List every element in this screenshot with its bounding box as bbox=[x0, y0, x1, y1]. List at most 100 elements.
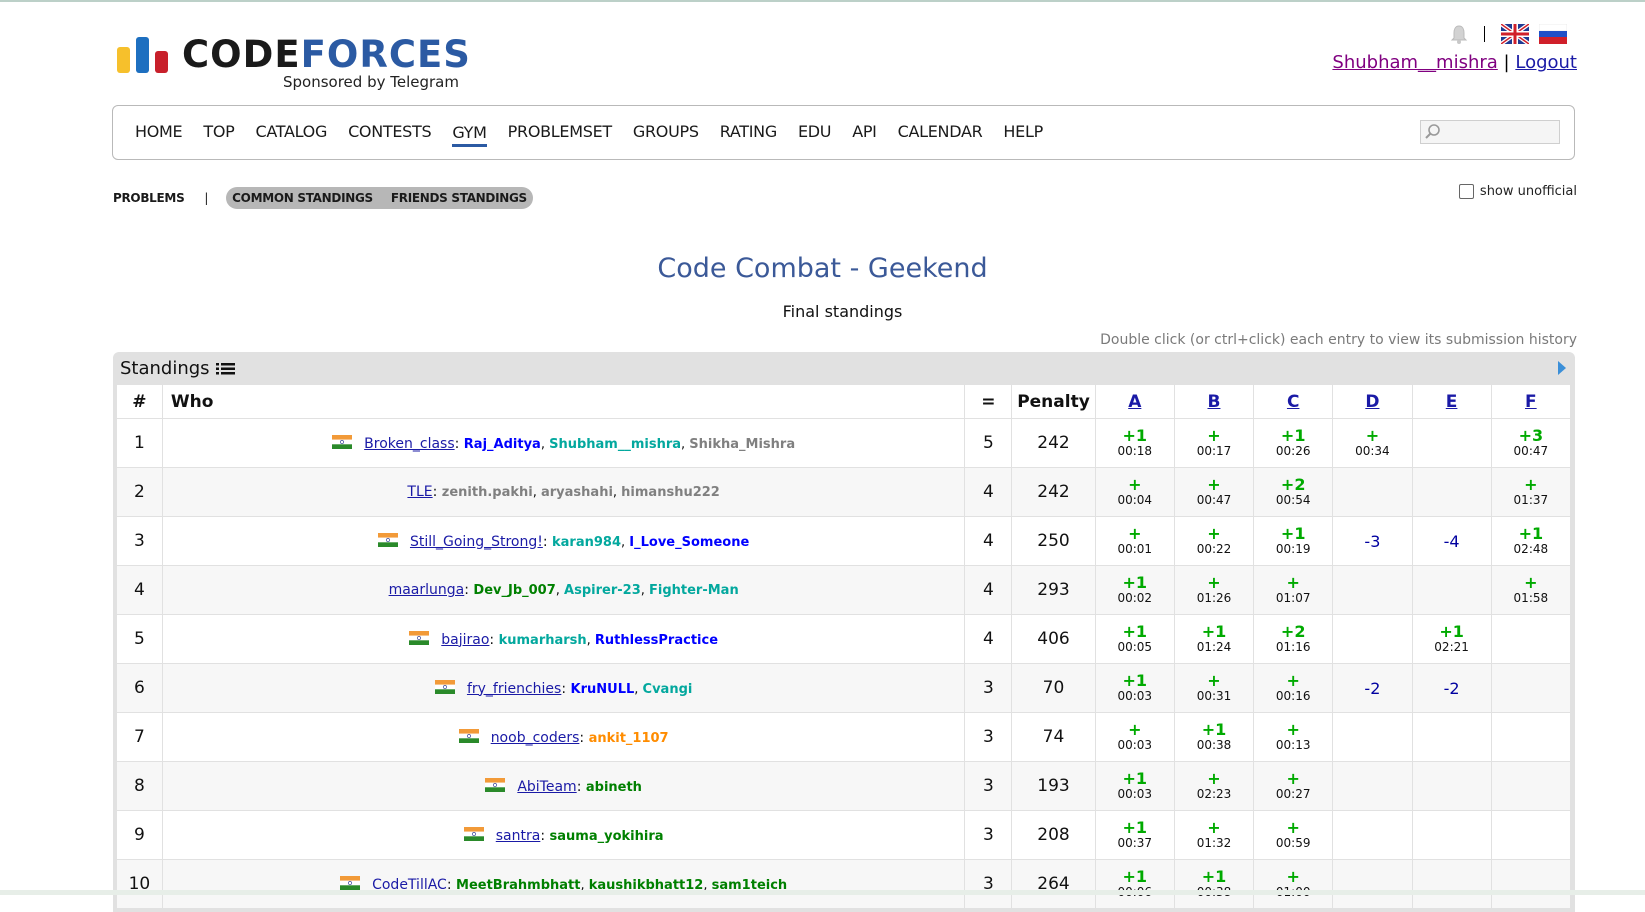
member-link[interactable]: Shubham__mishra bbox=[549, 437, 681, 452]
team-name-link[interactable]: AbiTeam bbox=[517, 779, 576, 795]
standings-row[interactable]: 1 Broken_class: Raj_Aditya, Shubham__mish… bbox=[116, 418, 1572, 468]
menu-item-groups[interactable]: GROUPS bbox=[633, 122, 699, 143]
problem-result-cell[interactable]: +00:47 bbox=[1173, 467, 1255, 517]
standings-row[interactable]: 9 santra: sauma_yokihira 3 208 +1 00:37 +01:32… bbox=[116, 810, 1572, 860]
problem-result-cell[interactable]: +1 00:02 bbox=[1094, 565, 1175, 615]
problem-result-cell[interactable]: +1 00:05 bbox=[1094, 614, 1175, 664]
problems-link[interactable]: PROBLEMS bbox=[113, 191, 185, 205]
problem-link-c[interactable]: C bbox=[1287, 392, 1299, 412]
problem-result-cell[interactable]: +1 00:37 bbox=[1094, 810, 1175, 860]
problem-link-e[interactable]: E bbox=[1446, 392, 1458, 412]
uk-flag-icon[interactable] bbox=[1501, 24, 1529, 44]
member-link[interactable]: zenith.pakhi bbox=[442, 485, 533, 500]
team-name-link[interactable]: maarlunga bbox=[389, 582, 465, 598]
problem-result-cell[interactable]: +00:31 bbox=[1173, 663, 1255, 713]
problem-link-b[interactable]: B bbox=[1208, 392, 1221, 412]
member-link[interactable]: Dev_Jb_007 bbox=[473, 583, 555, 598]
member-link[interactable]: I_Love_Someone bbox=[629, 535, 749, 550]
member-link[interactable]: RuthlessPractice bbox=[595, 633, 718, 648]
menu-item-api[interactable]: API bbox=[852, 122, 877, 143]
member-link[interactable]: himanshu222 bbox=[621, 485, 720, 500]
menu-item-help[interactable]: HELP bbox=[1003, 122, 1043, 143]
problem-result-cell[interactable]: +00:34 bbox=[1332, 418, 1413, 468]
standings-row[interactable]: 5 bajirao: kumarharsh, RuthlessPractice 4 4… bbox=[116, 614, 1572, 664]
show-unofficial-checkbox[interactable] bbox=[1458, 184, 1474, 199]
problem-result-cell[interactable]: +1 02:48 bbox=[1490, 516, 1572, 566]
problem-result-cell[interactable]: +100:38 bbox=[1173, 859, 1255, 909]
team-name-link[interactable]: bajirao bbox=[441, 632, 489, 648]
team-name-link[interactable]: Broken_class bbox=[364, 436, 454, 452]
common-standings-tab[interactable]: COMMON STANDINGS bbox=[232, 191, 373, 205]
menu-item-contests[interactable]: CONTESTS bbox=[348, 122, 432, 143]
member-link[interactable]: karan984 bbox=[552, 535, 621, 550]
username-link[interactable]: Shubham__mishra bbox=[1332, 52, 1497, 73]
problem-result-cell[interactable]: +1 00:03 bbox=[1094, 761, 1175, 811]
member-link[interactable]: aryashahi bbox=[541, 485, 613, 500]
standings-row[interactable]: 3 Still_Going_Strong!: karan984, I_Love_S… bbox=[116, 516, 1572, 566]
standings-row[interactable]: 6 fry_frienchies: KruNULL, Cvangi 3 70 +1 00:… bbox=[116, 663, 1572, 713]
team-name-link[interactable]: santra bbox=[496, 828, 541, 844]
problem-result-cell[interactable]: +01:32 bbox=[1173, 810, 1255, 860]
russia-flag-icon[interactable] bbox=[1539, 24, 1567, 44]
codeforces-logo[interactable]: CODEFORCES Sponsored by Telegram bbox=[117, 33, 470, 93]
member-link[interactable]: Aspirer-23 bbox=[564, 583, 641, 598]
member-link[interactable]: ankit_1107 bbox=[589, 731, 669, 746]
problem-result-cell[interactable]: +00:22 bbox=[1173, 516, 1255, 566]
problem-result-cell[interactable]: -4 bbox=[1411, 516, 1492, 566]
problem-result-cell[interactable]: +00:04 bbox=[1094, 467, 1175, 517]
member-link[interactable]: Fighter-Man bbox=[649, 583, 739, 598]
problem-result-cell[interactable]: +100:06 bbox=[1094, 859, 1175, 909]
problem-result-cell[interactable]: +00:13 bbox=[1253, 712, 1334, 762]
problem-result-cell[interactable]: +1 00:18 bbox=[1094, 418, 1175, 468]
member-link[interactable]: sauma_yokihira bbox=[550, 829, 664, 844]
problem-result-cell[interactable]: +00:59 bbox=[1253, 810, 1334, 860]
menu-item-edu[interactable]: EDU bbox=[798, 122, 832, 143]
problem-result-cell[interactable]: +00:01 bbox=[1094, 516, 1175, 566]
menu-item-calendar[interactable]: CALENDAR bbox=[898, 122, 983, 143]
member-link[interactable]: Cvangi bbox=[643, 682, 693, 697]
member-link[interactable]: abineth bbox=[586, 780, 642, 795]
standings-row[interactable]: 10 CodeTillAC: MeetBrahmbhatt, kaushikbha… bbox=[116, 859, 1572, 909]
problem-result-cell[interactable]: +00:16 bbox=[1253, 663, 1334, 713]
friends-standings-tab[interactable]: FRIENDS STANDINGS bbox=[391, 191, 527, 205]
problem-result-cell[interactable]: -2 bbox=[1332, 663, 1413, 713]
problem-result-cell[interactable]: +2 01:16 bbox=[1253, 614, 1334, 664]
member-link[interactable]: Raj_Aditya bbox=[464, 437, 541, 452]
bell-icon[interactable] bbox=[1450, 24, 1468, 44]
problem-result-cell[interactable]: +00:03 bbox=[1094, 712, 1175, 762]
list-icon[interactable] bbox=[215, 361, 236, 377]
problem-link-f[interactable]: F bbox=[1525, 392, 1537, 412]
problem-result-cell[interactable]: +01:00 bbox=[1253, 859, 1334, 909]
menu-item-rating[interactable]: RATING bbox=[720, 122, 778, 143]
team-name-link[interactable]: noob_coders bbox=[491, 730, 580, 746]
standings-row[interactable]: 2 TLE: zenith.pakhi, aryashahi, himanshu2… bbox=[116, 467, 1572, 517]
member-link[interactable]: Shikha_Mishra bbox=[689, 437, 795, 452]
menu-item-problemset[interactable]: PROBLEMSET bbox=[508, 122, 613, 143]
team-name-link[interactable]: fry_frienchies bbox=[467, 681, 561, 697]
problem-result-cell[interactable]: +1 00:19 bbox=[1253, 516, 1334, 566]
team-name-link[interactable]: TLE bbox=[407, 484, 432, 500]
problem-result-cell[interactable]: +1 00:03 bbox=[1094, 663, 1175, 713]
standings-row[interactable]: 7 noob_coders: ankit_1107 3 74 +00:03 +1 00:38… bbox=[116, 712, 1572, 762]
problem-result-cell[interactable]: +2 00:54 bbox=[1253, 467, 1334, 517]
member-link[interactable]: KruNULL bbox=[571, 682, 635, 697]
problem-result-cell[interactable]: +02:23 bbox=[1173, 761, 1255, 811]
problem-link-d[interactable]: D bbox=[1365, 392, 1379, 412]
problem-result-cell[interactable]: +1 02:21 bbox=[1411, 614, 1492, 664]
problem-result-cell[interactable]: +00:27 bbox=[1253, 761, 1334, 811]
menu-item-home[interactable]: HOME bbox=[135, 122, 183, 143]
problem-result-cell[interactable]: -2 bbox=[1411, 663, 1492, 713]
problem-result-cell[interactable]: +01:07 bbox=[1253, 565, 1334, 615]
menu-item-top[interactable]: TOP bbox=[203, 122, 234, 143]
menu-item-gym[interactable]: GYM bbox=[452, 123, 487, 147]
expand-arrow-icon[interactable] bbox=[1557, 360, 1567, 376]
logout-link[interactable]: Logout bbox=[1515, 52, 1577, 73]
problem-result-cell[interactable]: +01:26 bbox=[1173, 565, 1255, 615]
problem-result-cell[interactable]: -3 bbox=[1332, 516, 1413, 566]
problem-result-cell[interactable]: +01:58 bbox=[1490, 565, 1572, 615]
problem-result-cell[interactable]: +3 00:47 bbox=[1490, 418, 1572, 468]
menu-item-catalog[interactable]: CATALOG bbox=[255, 122, 327, 143]
search-input[interactable] bbox=[1420, 120, 1560, 144]
member-link[interactable]: kumarharsh bbox=[499, 633, 587, 648]
problem-result-cell[interactable]: +100:38 bbox=[1173, 712, 1255, 762]
